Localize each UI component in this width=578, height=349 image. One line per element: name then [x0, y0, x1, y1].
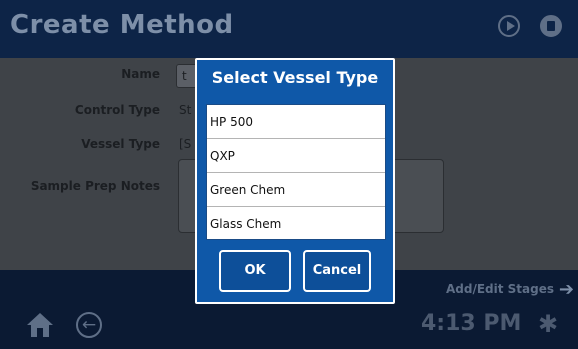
header-bar: Create Method [0, 0, 578, 58]
arrow-right-icon[interactable]: ➔ [559, 279, 574, 300]
name-value: t [182, 69, 187, 83]
list-item-qxp[interactable]: QXP [207, 139, 385, 173]
ok-button[interactable]: OK [219, 250, 291, 292]
clock-time: 4:13 PM [421, 311, 522, 336]
control-type-value[interactable]: St [179, 103, 191, 117]
add-edit-stages-link[interactable]: Add/Edit Stages [446, 282, 554, 296]
sample-prep-notes-label: Sample Prep Notes [30, 179, 160, 193]
page-title: Create Method [10, 10, 234, 40]
list-item-hp500[interactable]: HP 500 [207, 105, 385, 139]
control-type-label: Control Type [74, 103, 160, 117]
play-icon[interactable] [498, 15, 520, 37]
list-item-green-chem[interactable]: Green Chem [207, 173, 385, 207]
list-item-glass-chem[interactable]: Glass Chem [207, 207, 385, 239]
vessel-type-value[interactable]: [S [179, 137, 191, 151]
gear-icon[interactable]: ✱ [538, 312, 558, 336]
cancel-button[interactable]: Cancel [303, 250, 371, 292]
back-arrow-icon[interactable]: ← [76, 312, 102, 338]
select-vessel-type-dialog: Select Vessel Type HP 500 QXP Green Chem… [195, 58, 395, 304]
vessel-type-list[interactable]: HP 500 QXP Green Chem Glass Chem [206, 104, 386, 240]
home-icon[interactable] [26, 312, 54, 338]
dialog-title: Select Vessel Type [211, 68, 379, 87]
name-label: Name [121, 67, 160, 81]
save-icon[interactable] [540, 15, 562, 37]
vessel-type-label: Vessel Type [81, 137, 160, 151]
